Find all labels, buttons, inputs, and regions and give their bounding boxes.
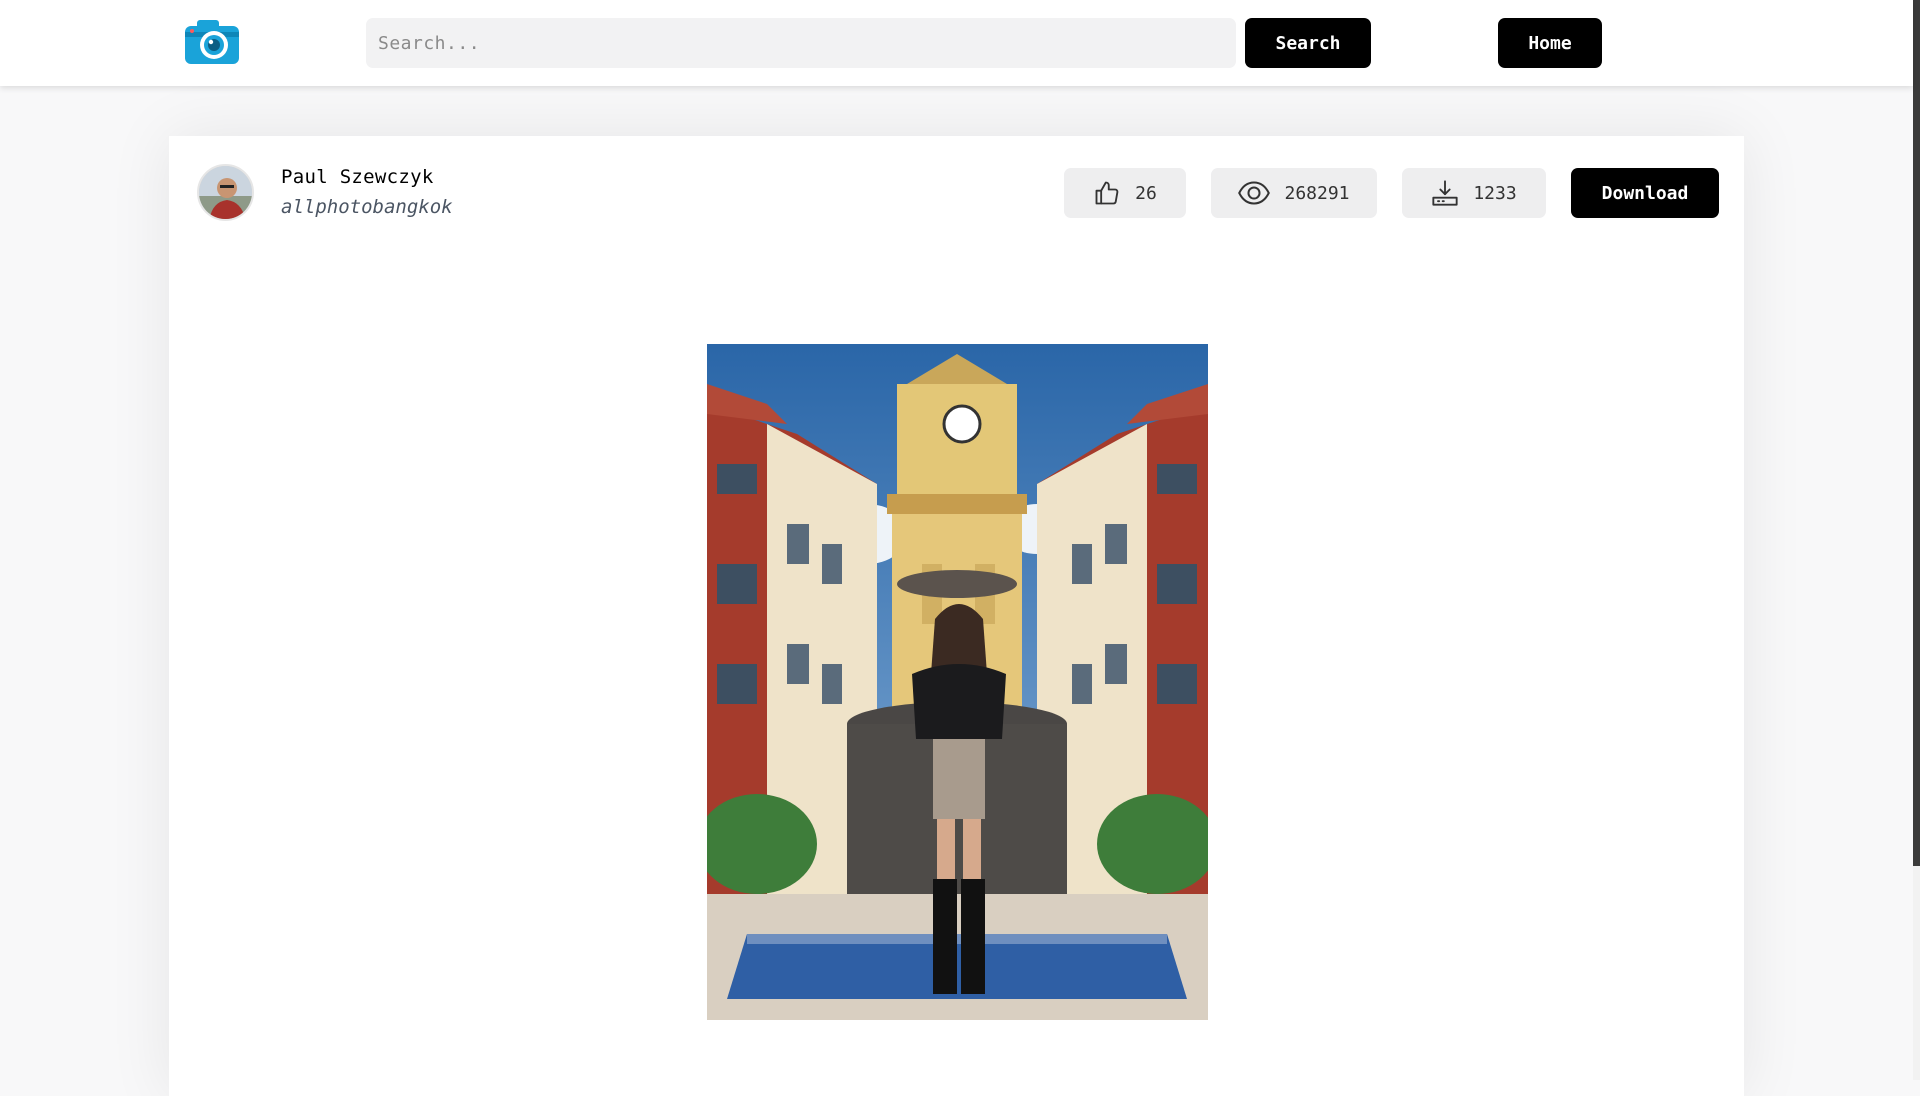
eye-icon	[1238, 179, 1271, 207]
search-input[interactable]	[366, 18, 1236, 68]
views-stat: 268291	[1211, 168, 1377, 218]
author-name[interactable]: Paul Szewczyk	[281, 166, 434, 188]
scrollbar-thumb[interactable]	[1913, 0, 1920, 866]
views-count: 268291	[1284, 182, 1350, 204]
top-navbar: Search Home	[0, 0, 1913, 86]
author-avatar[interactable]	[197, 164, 254, 221]
download-tray-icon	[1431, 179, 1459, 207]
author-handle[interactable]: allphotobangkok	[281, 196, 453, 218]
downloads-stat: 1233	[1402, 168, 1546, 218]
downloads-count: 1233	[1473, 182, 1517, 204]
camera-logo-icon[interactable]	[183, 18, 241, 66]
main-photo[interactable]	[707, 344, 1208, 1020]
search-button[interactable]: Search	[1245, 18, 1371, 68]
home-button[interactable]: Home	[1498, 18, 1602, 68]
likes-count: 26	[1135, 182, 1157, 204]
download-button[interactable]: Download	[1571, 168, 1719, 218]
like-button[interactable]: 26	[1064, 168, 1186, 218]
thumbs-up-icon	[1093, 179, 1121, 207]
